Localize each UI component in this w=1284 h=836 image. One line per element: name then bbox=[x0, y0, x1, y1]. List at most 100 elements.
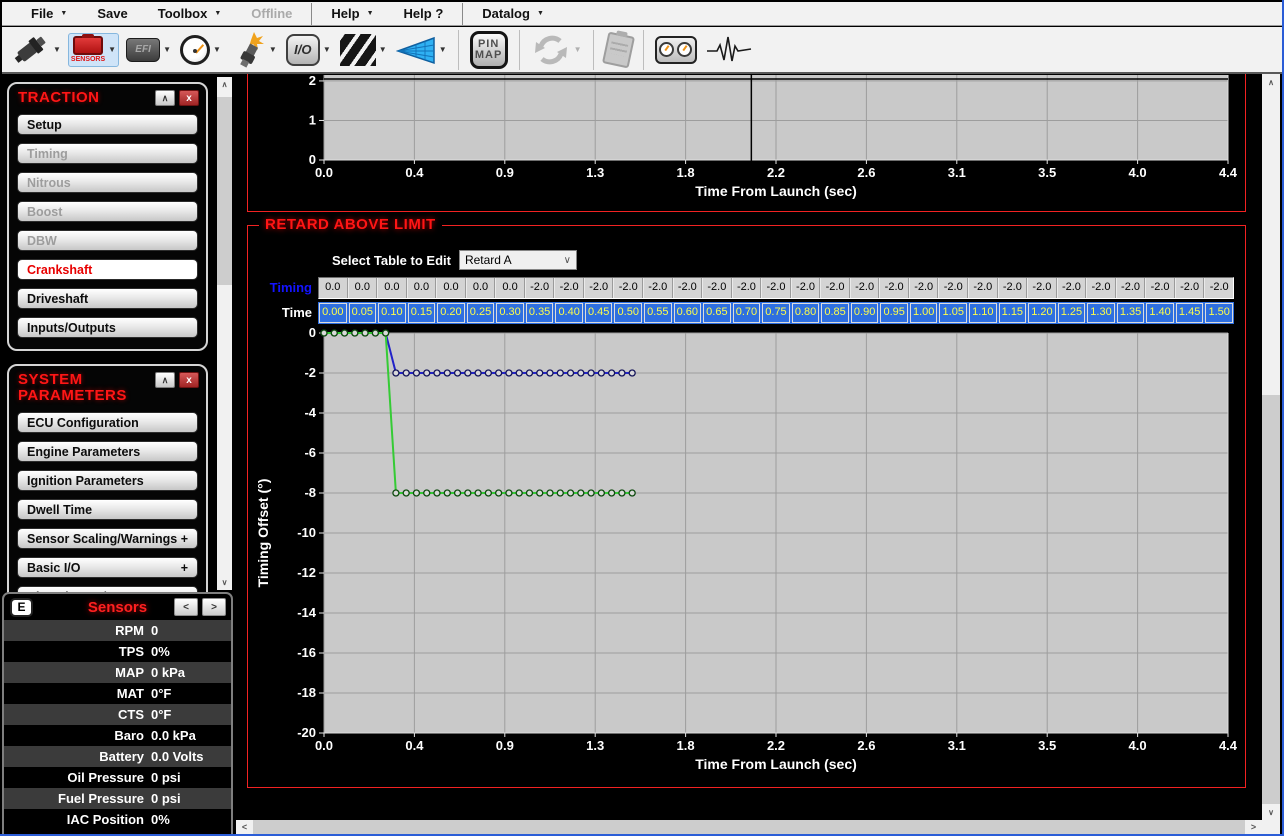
injector-button[interactable]: ▼ bbox=[8, 28, 63, 72]
sidebar-item-engine-parameters[interactable]: Engine Parameters bbox=[17, 441, 198, 462]
chevron-down-icon[interactable]: ▼ bbox=[323, 45, 331, 54]
sidebar-item-ecu-configuration[interactable]: ECU Configuration bbox=[17, 412, 198, 433]
data-point[interactable] bbox=[424, 490, 430, 496]
timing-cell[interactable]: -2.0 bbox=[850, 278, 880, 298]
gauges-view-button[interactable] bbox=[653, 34, 699, 66]
chevron-down-icon[interactable]: ▼ bbox=[213, 45, 221, 54]
timing-cell[interactable]: -2.0 bbox=[1086, 278, 1116, 298]
timing-cell[interactable]: -2.0 bbox=[820, 278, 850, 298]
data-point[interactable] bbox=[547, 490, 553, 496]
timing-cell[interactable]: -2.0 bbox=[879, 278, 909, 298]
data-point[interactable] bbox=[598, 490, 604, 496]
timing-cell[interactable]: -2.0 bbox=[584, 278, 614, 298]
chevron-down-icon[interactable]: ▼ bbox=[379, 45, 387, 54]
data-point[interactable] bbox=[526, 490, 532, 496]
timing-cell[interactable]: -2.0 bbox=[1057, 278, 1087, 298]
sidebar-item-crankshaft[interactable]: Crankshaft bbox=[17, 259, 198, 280]
data-point[interactable] bbox=[455, 490, 461, 496]
data-point[interactable] bbox=[362, 330, 368, 336]
data-point[interactable] bbox=[383, 330, 389, 336]
data-point[interactable] bbox=[393, 370, 399, 376]
sidebar-item-sensor-scaling-warnings[interactable]: Sensor Scaling/Warnings+ bbox=[17, 528, 198, 549]
data-point[interactable] bbox=[434, 490, 440, 496]
data-point[interactable] bbox=[321, 330, 327, 336]
data-point[interactable] bbox=[455, 370, 461, 376]
scroll-up-icon[interactable]: ∧ bbox=[217, 77, 232, 92]
data-point[interactable] bbox=[588, 370, 594, 376]
data-point[interactable] bbox=[537, 490, 543, 496]
collapse-button[interactable]: ∧ bbox=[155, 90, 175, 106]
timing-cell[interactable]: 0.0 bbox=[495, 278, 525, 298]
data-point[interactable] bbox=[413, 370, 419, 376]
efi-module-button[interactable]: EFI ▼ bbox=[124, 36, 173, 64]
timing-cell[interactable]: -2.0 bbox=[613, 278, 643, 298]
pin-map-button[interactable]: PIN MAP bbox=[468, 29, 510, 71]
chevron-down-icon[interactable]: ▼ bbox=[269, 45, 277, 54]
data-point[interactable] bbox=[465, 370, 471, 376]
timing-cell[interactable]: 0.0 bbox=[348, 278, 378, 298]
timing-cell[interactable]: 0.0 bbox=[319, 278, 348, 298]
next-page-button[interactable]: > bbox=[202, 598, 226, 616]
menu-help[interactable]: Help ? bbox=[389, 2, 459, 25]
timing-cell[interactable]: 0.0 bbox=[436, 278, 466, 298]
data-point[interactable] bbox=[619, 490, 625, 496]
data-point[interactable] bbox=[578, 370, 584, 376]
data-point[interactable] bbox=[424, 370, 430, 376]
data-point[interactable] bbox=[434, 370, 440, 376]
data-point[interactable] bbox=[598, 370, 604, 376]
data-point[interactable] bbox=[413, 490, 419, 496]
io-button[interactable]: I/O ▼ bbox=[284, 32, 333, 68]
data-point[interactable] bbox=[547, 370, 553, 376]
timing-cell[interactable]: -2.0 bbox=[938, 278, 968, 298]
sidebar-item-setup[interactable]: Setup bbox=[17, 114, 198, 135]
close-button[interactable]: x bbox=[179, 90, 199, 106]
data-point[interactable] bbox=[403, 370, 409, 376]
scroll-down-icon[interactable]: ∨ bbox=[1262, 804, 1280, 820]
data-point[interactable] bbox=[568, 370, 574, 376]
menu-datalog[interactable]: Datalog▼ bbox=[467, 2, 559, 25]
datalog-trace-button[interactable] bbox=[704, 33, 754, 67]
data-point[interactable] bbox=[629, 490, 635, 496]
timing-cell[interactable]: -2.0 bbox=[525, 278, 555, 298]
mesh-surface-button[interactable]: ▼ bbox=[394, 32, 449, 68]
sidebar-item-inputs-outputs[interactable]: Inputs/Outputs bbox=[17, 317, 198, 338]
data-point[interactable] bbox=[496, 370, 502, 376]
data-point[interactable] bbox=[342, 330, 348, 336]
timing-cell[interactable]: -2.0 bbox=[909, 278, 939, 298]
data-point[interactable] bbox=[485, 370, 491, 376]
timing-cell[interactable]: -2.0 bbox=[1027, 278, 1057, 298]
menu-toolbox[interactable]: Toolbox▼ bbox=[143, 2, 237, 25]
data-point[interactable] bbox=[444, 490, 450, 496]
sparkplug-button[interactable]: ▼ bbox=[228, 28, 279, 72]
menu-file[interactable]: File▼ bbox=[16, 2, 82, 25]
scrollbar-thumb[interactable] bbox=[253, 820, 1245, 834]
close-button[interactable]: x bbox=[179, 372, 199, 388]
data-point[interactable] bbox=[557, 370, 563, 376]
data-point[interactable] bbox=[393, 490, 399, 496]
scrollbar-thumb[interactable] bbox=[217, 97, 232, 285]
main-horizontal-scrollbar[interactable]: < > bbox=[236, 820, 1262, 834]
data-point[interactable] bbox=[331, 330, 337, 336]
timing-cell[interactable]: -2.0 bbox=[968, 278, 998, 298]
table-select-dropdown[interactable]: Retard A ∨ bbox=[459, 250, 577, 270]
sidebar-item-ignition-parameters[interactable]: Ignition Parameters bbox=[17, 470, 198, 491]
data-point[interactable] bbox=[557, 490, 563, 496]
data-point[interactable] bbox=[568, 490, 574, 496]
timing-cell[interactable]: -2.0 bbox=[1175, 278, 1205, 298]
timing-cell[interactable]: -2.0 bbox=[554, 278, 584, 298]
prev-page-button[interactable]: < bbox=[174, 598, 198, 616]
data-point[interactable] bbox=[578, 490, 584, 496]
timing-cell[interactable]: 0.0 bbox=[407, 278, 437, 298]
data-point[interactable] bbox=[475, 490, 481, 496]
data-point[interactable] bbox=[609, 370, 615, 376]
chevron-down-icon[interactable]: ▼ bbox=[108, 45, 116, 54]
sidebar-item-driveshaft[interactable]: Driveshaft bbox=[17, 288, 198, 309]
timing-cell[interactable]: -2.0 bbox=[998, 278, 1028, 298]
data-point[interactable] bbox=[516, 370, 522, 376]
data-point[interactable] bbox=[516, 490, 522, 496]
data-point[interactable] bbox=[588, 490, 594, 496]
timing-cell[interactable]: -2.0 bbox=[761, 278, 791, 298]
timing-cell[interactable]: -2.0 bbox=[1116, 278, 1146, 298]
scroll-right-icon[interactable]: > bbox=[1245, 820, 1262, 834]
sensors-button[interactable]: SENSORS ▼ bbox=[68, 33, 119, 67]
